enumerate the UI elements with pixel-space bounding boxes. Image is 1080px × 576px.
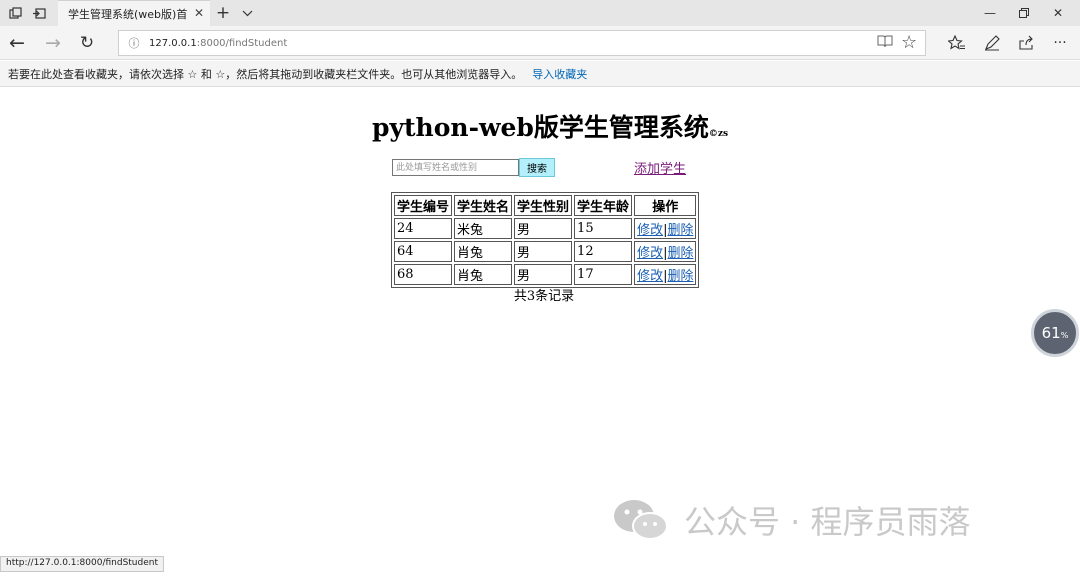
pen-icon[interactable] (979, 31, 1005, 55)
browser-nav-bar: ← → ↻ ⓘ 127.0.0.1:8000/findStudent ☆ ··· (0, 26, 1080, 60)
info-icon[interactable]: ⓘ (119, 35, 149, 51)
url-host: 127.0.0.1 (149, 37, 197, 49)
set-aside-tabs-icon[interactable] (28, 3, 50, 23)
search-button[interactable]: 搜索 (519, 158, 555, 177)
table-row: 64 肖兔 男 12 修改|删除 (394, 241, 697, 262)
chevron-down-icon[interactable] (236, 3, 258, 23)
header-id: 学生编号 (394, 195, 453, 216)
table-row: 24 米兔 男 15 修改|删除 (394, 218, 697, 239)
star-icon[interactable]: ☆ (901, 32, 917, 53)
more-icon[interactable]: ··· (1047, 31, 1073, 55)
header-actions: 操作 (634, 195, 697, 216)
arrow-left-icon[interactable]: ← (4, 31, 30, 55)
record-count: 共3条记录 (513, 289, 575, 304)
gauge-value: 61 (1041, 324, 1061, 342)
tab-title: 学生管理系统(web版)首 (68, 7, 188, 21)
edit-link[interactable]: 修改 (637, 269, 663, 284)
edit-link[interactable]: 修改 (637, 246, 663, 261)
cell-age: 12 (574, 241, 633, 262)
book-icon[interactable] (877, 34, 893, 52)
header-gender: 学生性别 (514, 195, 573, 216)
tab-current-page[interactable]: 学生管理系统(web版)首 ✕ (58, 0, 210, 26)
cell-actions: 修改|删除 (634, 241, 697, 262)
wechat-icon (612, 496, 670, 544)
plus-icon[interactable]: + (212, 3, 234, 23)
watermark-text: 公众号 · 程序员雨落 (684, 503, 971, 541)
delete-link[interactable]: 删除 (667, 269, 693, 284)
search-input[interactable] (392, 159, 519, 176)
delete-link[interactable]: 删除 (667, 246, 693, 261)
cell-id: 24 (394, 218, 453, 239)
cell-gender: 男 (514, 264, 573, 285)
page-title: python-web版学生管理系统©zs (372, 108, 728, 144)
close-tab-icon[interactable]: ✕ (194, 6, 204, 20)
cell-actions: 修改|删除 (634, 218, 697, 239)
delete-link[interactable]: 删除 (667, 223, 693, 238)
cell-age: 15 (574, 218, 633, 239)
header-age: 学生年龄 (574, 195, 633, 216)
address-bar[interactable]: ⓘ 127.0.0.1:8000/findStudent ☆ (118, 30, 926, 56)
edit-link[interactable]: 修改 (637, 223, 663, 238)
share-icon[interactable] (1013, 31, 1039, 55)
status-bar: http://127.0.0.1:8000/findStudent (0, 556, 164, 572)
star-list-icon[interactable] (944, 31, 970, 55)
cell-gender: 男 (514, 218, 573, 239)
browser-tab-bar: 学生管理系统(web版)首 ✕ + — ✕ (0, 0, 1080, 26)
table-row: 68 肖兔 男 17 修改|删除 (394, 264, 697, 285)
favorites-bar: 若要在此处查看收藏夹，请依次选择 ☆ 和 ☆，然后将其拖动到收藏夹栏文件夹。也可… (0, 61, 1080, 87)
favorites-hint: 若要在此处查看收藏夹，请依次选择 ☆ 和 ☆，然后将其拖动到收藏夹栏文件夹。也可… (8, 67, 523, 81)
student-table: 学生编号 学生姓名 学生性别 学生年龄 操作 24 米兔 男 15 修改|删除 … (391, 192, 700, 288)
tab-actions-icon[interactable] (4, 3, 26, 23)
performance-gauge[interactable]: 61% (1031, 309, 1079, 357)
header-name: 学生姓名 (454, 195, 513, 216)
page-title-text: python-web版学生管理系统 (372, 113, 709, 142)
gauge-unit: % (1060, 331, 1069, 340)
cell-name: 米兔 (454, 218, 513, 239)
import-favorites-link[interactable]: 导入收藏夹 (532, 66, 587, 82)
cell-id: 68 (394, 264, 453, 285)
table-header-row: 学生编号 学生姓名 学生性别 学生年龄 操作 (394, 195, 697, 216)
copyright-mark: ©zs (708, 129, 729, 139)
watermark: 公众号 · 程序员雨落 (612, 496, 971, 544)
refresh-icon[interactable]: ↻ (74, 31, 100, 55)
cell-name: 肖兔 (454, 264, 513, 285)
arrow-right-icon[interactable]: → (40, 31, 66, 55)
add-student-link[interactable]: 添加学生 (634, 158, 686, 177)
cell-id: 64 (394, 241, 453, 262)
cell-age: 17 (574, 264, 633, 285)
cell-actions: 修改|删除 (634, 264, 697, 285)
page-content: python-web版学生管理系统©zs 搜索 添加学生 学生编号 学生姓名 学… (0, 88, 1080, 556)
url-path: :8000/findStudent (196, 37, 288, 49)
close-window-icon[interactable]: ✕ (1036, 0, 1080, 26)
cell-name: 肖兔 (454, 241, 513, 262)
cell-gender: 男 (514, 241, 573, 262)
